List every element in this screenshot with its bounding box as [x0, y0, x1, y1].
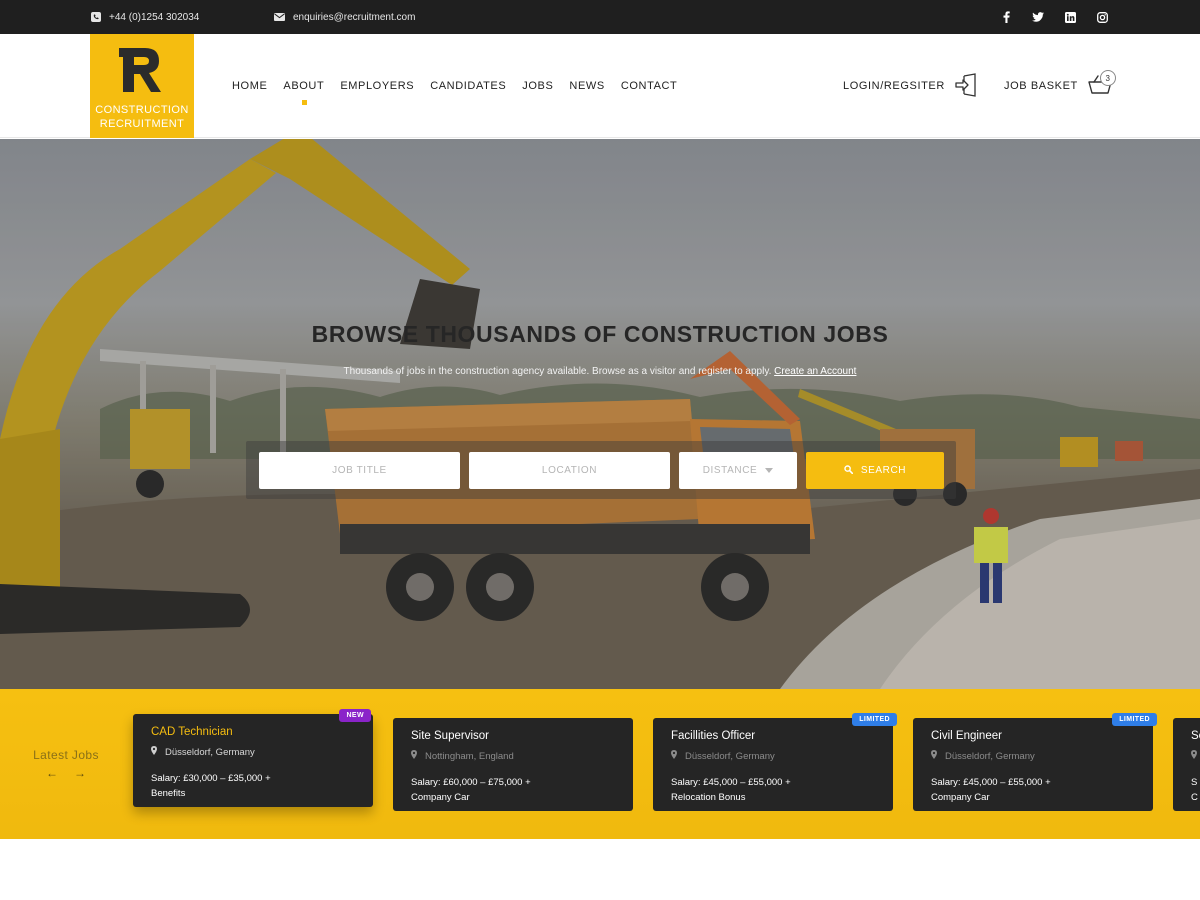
job-card[interactable]: Site Supervisor Nottingham, England Sala…	[393, 718, 633, 811]
arrow-left-icon[interactable]: ←	[46, 766, 58, 780]
job-card[interactable]: NEW CAD Technician Düsseldorf, Germany S…	[133, 709, 373, 807]
envelope-icon	[274, 13, 285, 21]
new-badge: NEW	[339, 709, 371, 722]
job-location: Düsseldorf, Germany	[671, 750, 875, 762]
job-title: Site Supervisor	[411, 730, 489, 742]
hero-subtitle: Thousands of jobs in the construction ag…	[0, 366, 1200, 377]
location-input[interactable]	[469, 452, 670, 489]
job-salary: Salary: £45,000 – £55,000 + Company Car	[931, 775, 1135, 805]
job-salary: S C	[1191, 775, 1200, 805]
nav-about[interactable]: ABOUT	[283, 80, 324, 105]
job-card[interactable]: LIMITED Facillities Officer Düsseldorf, …	[653, 713, 897, 811]
job-location	[1191, 750, 1200, 762]
job-location-text: Düsseldorf, Germany	[945, 750, 1035, 762]
job-benefit-line: Relocation Bonus	[671, 792, 746, 803]
job-location-text: Düsseldorf, Germany	[685, 750, 775, 762]
job-title: Civil Engineer	[931, 730, 1002, 742]
nav-candidates[interactable]: CANDIDATES	[430, 80, 506, 92]
hero-title: BROWSE THOUSANDS OF CONSTRUCTION JOBS	[311, 321, 889, 347]
arrow-right-icon[interactable]: →	[74, 766, 86, 780]
logo-line-2: RECRUITMENT	[99, 118, 185, 130]
logo-text: CONSTRUCTION RECRUITMENT	[95, 103, 188, 131]
nav-contact[interactable]: CONTACT	[621, 80, 678, 92]
contact-email[interactable]: enquiries@recruitment.com	[274, 0, 415, 34]
job-location-text: Nottingham, England	[425, 750, 514, 762]
search-icon	[844, 464, 853, 477]
login-register-link[interactable]: LOGIN/REGSITER	[843, 34, 979, 138]
email-address: enquiries@recruitment.com	[293, 11, 416, 23]
job-basket[interactable]: JOB BASKET 3	[1004, 34, 1116, 138]
hero-subtitle-text: Thousands of jobs in the construction ag…	[343, 366, 772, 377]
phone-icon	[91, 12, 101, 22]
phone-number: +44 (0)1254 302034	[109, 11, 200, 23]
login-door-icon	[955, 72, 979, 100]
nav-news[interactable]: NEWS	[569, 80, 604, 92]
job-location: Nottingham, England	[411, 750, 615, 762]
latest-jobs-title: Latest Jobs	[33, 748, 99, 762]
job-search-form: DISTANCE SEARCH	[246, 441, 956, 499]
job-title: Facillities Officer	[671, 730, 756, 742]
latest-jobs-section: Latest Jobs ← → NEW CAD Technician Düsse…	[0, 689, 1200, 839]
basket-count-badge: 3	[1100, 70, 1116, 86]
top-bar: +44 (0)1254 302034 enquiries@recruitment…	[0, 0, 1200, 34]
distance-label: DISTANCE	[702, 465, 758, 476]
search-button[interactable]: SEARCH	[806, 452, 944, 489]
job-benefit-line: Benefits	[151, 788, 186, 799]
job-salary-line: Salary: £45,000 – £55,000 +	[671, 777, 791, 788]
job-card[interactable]: Se S C	[1173, 718, 1200, 811]
logo-line-1: CONSTRUCTION	[95, 104, 189, 116]
map-pin-icon	[151, 746, 157, 758]
map-pin-icon	[1191, 750, 1197, 762]
contact-phone[interactable]: +44 (0)1254 302034	[91, 0, 199, 34]
job-salary: Salary: £30,000 – £35,000 + Benefits	[151, 771, 355, 801]
basket-label: JOB BASKET	[1004, 80, 1078, 92]
social-links	[1000, 0, 1108, 34]
limited-badge: LIMITED	[1112, 713, 1157, 726]
hero-overlay	[0, 139, 1200, 689]
main-nav: HOME ABOUT EMPLOYERS CANDIDATES JOBS NEW…	[232, 34, 677, 138]
facebook-icon[interactable]	[1000, 11, 1012, 23]
job-salary-line: Salary: £60,000 – £75,000 +	[411, 777, 531, 788]
distance-select[interactable]: DISTANCE	[679, 452, 797, 489]
login-label: LOGIN/REGSITER	[843, 80, 945, 92]
site-logo[interactable]: CONSTRUCTION RECRUITMENT	[90, 34, 194, 138]
job-title: CAD Technician	[151, 726, 233, 738]
job-card[interactable]: LIMITED Civil Engineer Düsseldorf, Germa…	[913, 713, 1157, 811]
create-account-link[interactable]: Create an Account	[774, 366, 856, 377]
job-title: Se	[1191, 730, 1200, 742]
job-salary-line: S	[1191, 777, 1198, 788]
logo-mark-icon	[119, 42, 165, 101]
job-location: Düsseldorf, Germany	[151, 746, 355, 758]
nav-employers[interactable]: EMPLOYERS	[340, 80, 414, 92]
job-salary-line: Salary: £30,000 – £35,000 +	[151, 773, 271, 784]
limited-badge: LIMITED	[852, 713, 897, 726]
latest-jobs-header: Latest Jobs ← →	[30, 748, 102, 780]
map-pin-icon	[671, 750, 677, 762]
nav-jobs[interactable]: JOBS	[522, 80, 553, 92]
job-title-input[interactable]	[259, 452, 460, 489]
job-benefit-line: Company Car	[931, 792, 990, 803]
caret-down-icon	[765, 468, 774, 473]
job-salary-line: Salary: £45,000 – £55,000 +	[931, 777, 1051, 788]
job-benefit-line: Company Car	[411, 792, 470, 803]
job-benefit-line: C	[1191, 792, 1198, 803]
nav-home[interactable]: HOME	[232, 80, 267, 92]
map-pin-icon	[931, 750, 937, 762]
job-salary: Salary: £60,000 – £75,000 + Company Car	[411, 775, 615, 805]
job-salary: Salary: £45,000 – £55,000 + Relocation B…	[671, 775, 875, 805]
twitter-icon[interactable]	[1032, 11, 1044, 23]
map-pin-icon	[411, 750, 417, 762]
instagram-icon[interactable]	[1096, 11, 1108, 23]
linkedin-icon[interactable]	[1064, 11, 1076, 23]
site-header: CONSTRUCTION RECRUITMENT HOME ABOUT EMPL…	[0, 34, 1200, 138]
hero-section: BROWSE THOUSANDS OF CONSTRUCTION JOBS Th…	[0, 139, 1200, 689]
carousel-arrows: ← →	[30, 766, 102, 780]
search-button-label: SEARCH	[860, 465, 907, 476]
job-location-text: Düsseldorf, Germany	[165, 746, 255, 758]
job-location: Düsseldorf, Germany	[931, 750, 1135, 762]
